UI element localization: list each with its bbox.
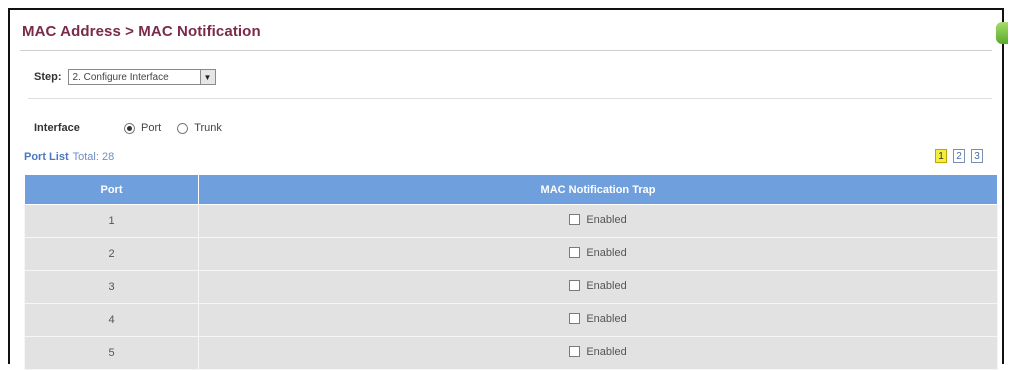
page-button-1[interactable]: 1 (935, 149, 947, 163)
port-cell: 3 (24, 270, 199, 304)
trap-enabled-checkbox[interactable] (569, 214, 581, 226)
table-row: 4 Enabled (24, 303, 998, 337)
section-divider (28, 98, 992, 99)
page-button-2[interactable]: 2 (953, 149, 965, 163)
page-button-3[interactable]: 3 (971, 149, 983, 163)
trap-enabled-label: Enabled (586, 213, 627, 226)
column-header-port: Port (24, 174, 199, 205)
port-table: Port MAC Notification Trap 1 Enabled 2 E… (24, 174, 998, 370)
step-label: Step: (34, 71, 62, 83)
trap-enabled-label: Enabled (586, 279, 627, 292)
table-header-row: Port MAC Notification Trap (24, 174, 998, 205)
port-cell: 1 (24, 204, 199, 238)
chevron-down-icon[interactable]: ▼ (199, 70, 215, 84)
port-list-header: Port List Total: 28 (24, 151, 114, 163)
port-radio-label: Port (141, 122, 162, 134)
step-select-value: 2. Configure Interface (72, 71, 169, 83)
port-cell: 4 (24, 303, 199, 337)
port-radio[interactable] (124, 122, 135, 134)
interface-row: Interface Port Trunk (34, 120, 238, 136)
trap-cell: Enabled (198, 270, 998, 304)
trap-cell: Enabled (198, 237, 998, 271)
trap-cell: Enabled (198, 303, 998, 337)
help-tab-icon[interactable] (996, 22, 1008, 44)
trap-enabled-checkbox[interactable] (569, 280, 581, 292)
title-divider (20, 50, 992, 51)
trap-enabled-checkbox[interactable] (569, 313, 581, 325)
interface-label: Interface (34, 122, 80, 134)
title-bar: MAC Address > MAC Notification (10, 10, 1008, 50)
pagination: 1 2 3 (935, 149, 983, 163)
table-row: 3 Enabled (24, 270, 998, 304)
trap-enabled-checkbox[interactable] (569, 247, 581, 259)
trunk-radio[interactable] (177, 122, 189, 134)
trap-cell: Enabled (198, 336, 998, 370)
trap-cell: Enabled (198, 204, 998, 238)
step-select[interactable]: 2. Configure Interface ▼ (67, 69, 216, 85)
trap-enabled-checkbox[interactable] (569, 346, 581, 358)
trap-enabled-label: Enabled (586, 246, 627, 259)
port-list-total: Total: 28 (72, 151, 115, 163)
port-list-label: Port List (24, 151, 69, 163)
step-row: Step: 2. Configure Interface ▼ (34, 68, 216, 86)
port-cell: 2 (24, 237, 199, 271)
page-title: MAC Address > MAC Notification (22, 23, 261, 40)
column-header-trap: MAC Notification Trap (198, 174, 998, 205)
trunk-radio-label: Trunk (194, 122, 222, 134)
port-cell: 5 (24, 336, 199, 370)
table-row: 2 Enabled (24, 237, 998, 271)
table-row: 5 Enabled (24, 336, 998, 370)
trap-enabled-label: Enabled (586, 312, 627, 325)
table-row: 1 Enabled (24, 204, 998, 238)
trap-enabled-label: Enabled (586, 345, 627, 358)
